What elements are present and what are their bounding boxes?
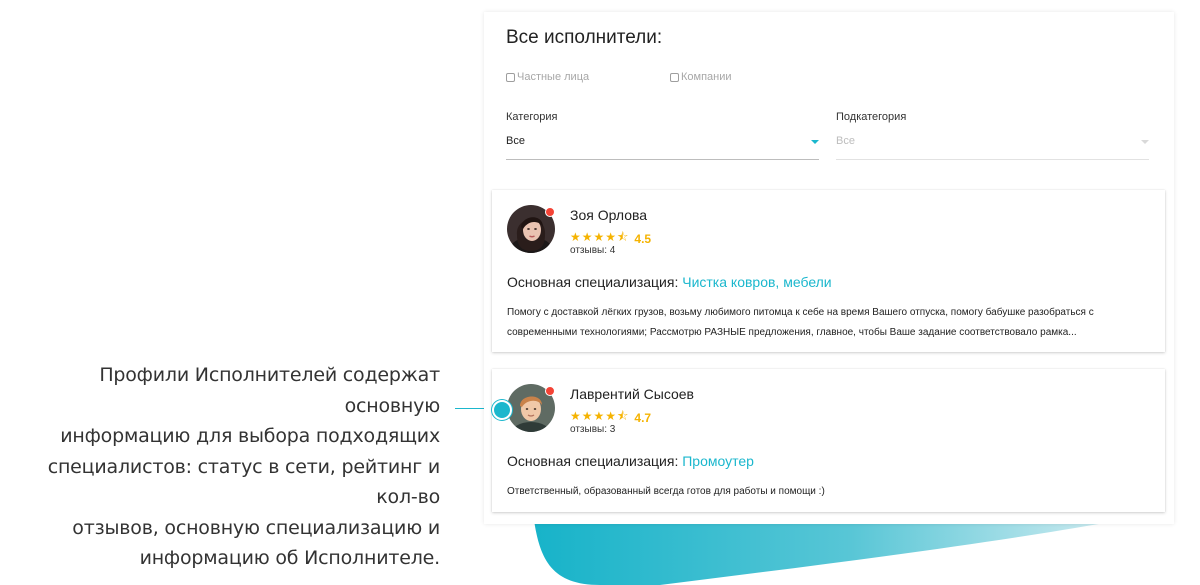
filter-company-label: Компании [681,71,732,83]
annotation-line: специалистов: статус в сети, рейтинг и к… [47,455,440,509]
performer-card[interactable]: Зоя Орлова ★★★★⯪ 4.5 отзывы: 4 Основная … [492,190,1165,352]
specialization-link[interactable]: Промоутер [682,453,754,469]
annotation-line: информацию об Исполнителе. [139,547,441,569]
specialization-prefix: Основная специализация: [507,274,679,290]
online-status-icon [545,207,555,217]
rating-value: 4.5 [634,231,652,246]
annotation-line: информацию для выбора подходящих [60,425,440,447]
annotation-pointer-icon [492,400,512,420]
category-select[interactable]: Все [506,135,819,160]
specialization-prefix: Основная специализация: [507,453,679,469]
category-label: Категория [506,111,558,123]
annotation-line: Профили Исполнителей содержат основную [99,364,440,417]
subcategory-value: Все [836,135,855,147]
main-specialization: Основная специализация: Чистка ковров, м… [507,274,832,290]
filter-company-checkbox[interactable]: Компании [670,71,732,83]
checkbox-box[interactable] [506,72,515,82]
filter-private-label: Частные лица [517,71,590,83]
reviews-count: отзывы: 4 [570,245,616,256]
category-select-block: Категория Все [506,111,819,160]
performer-name[interactable]: Зоя Орлова [570,207,647,223]
dropdown-arrow-icon [811,140,819,144]
performer-name[interactable]: Лаврентий Сысоев [570,386,694,402]
subcategory-select[interactable]: Все [836,135,1149,160]
subcategory-label: Подкатегория [836,111,907,123]
dropdown-arrow-icon [1141,140,1149,144]
category-value: Все [506,135,525,147]
subcategory-select-block: Подкатегория Все [836,111,1149,160]
checkbox-box[interactable] [670,72,679,82]
specialization-link[interactable]: Чистка ковров, мебели [682,274,831,290]
reviews-count: отзывы: 3 [570,424,616,435]
performer-card[interactable]: Лаврентий Сысоев ★★★★⯪ 4.7 отзывы: 3 Осн… [492,369,1165,512]
performer-description: Помогу с доставкой лёгких грузов, возьму… [507,307,1094,338]
online-status-icon [545,386,555,396]
performer-description: Ответственный, образованный всегда готов… [507,486,825,497]
annotation-line: отзывов, основную специализацию и [72,516,440,539]
filter-private-checkbox[interactable]: Частные лица [506,71,589,83]
page-title: Все исполнители: [506,27,663,48]
rating-value: 4.7 [634,410,652,425]
annotation-text: Профили Исполнителей содержат основную и… [10,360,440,574]
main-specialization: Основная специализация: Промоутер [507,453,754,469]
